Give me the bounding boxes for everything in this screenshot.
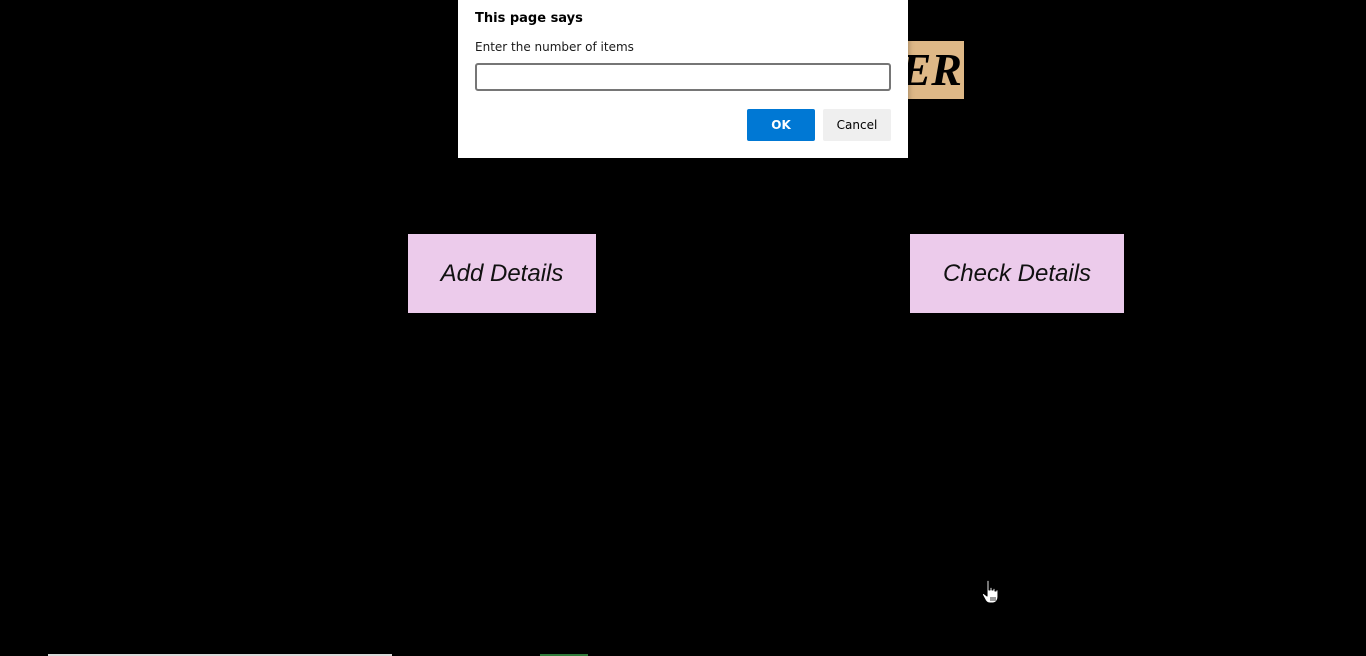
add-details-button[interactable]: Add Details [408,234,596,313]
dialog-title: This page says [475,11,583,26]
dialog-message: Enter the number of items [475,40,634,54]
check-details-button[interactable]: Check Details [910,234,1124,313]
page: ER Add Details Check Details This page s… [0,0,1366,656]
hand-pointer-icon [981,579,999,604]
ok-button[interactable]: OK [747,109,815,141]
cancel-button[interactable]: Cancel [823,109,891,141]
prompt-dialog: This page says Enter the number of items… [458,0,908,158]
banner-title: ER [900,44,962,95]
number-of-items-input[interactable] [475,63,891,91]
